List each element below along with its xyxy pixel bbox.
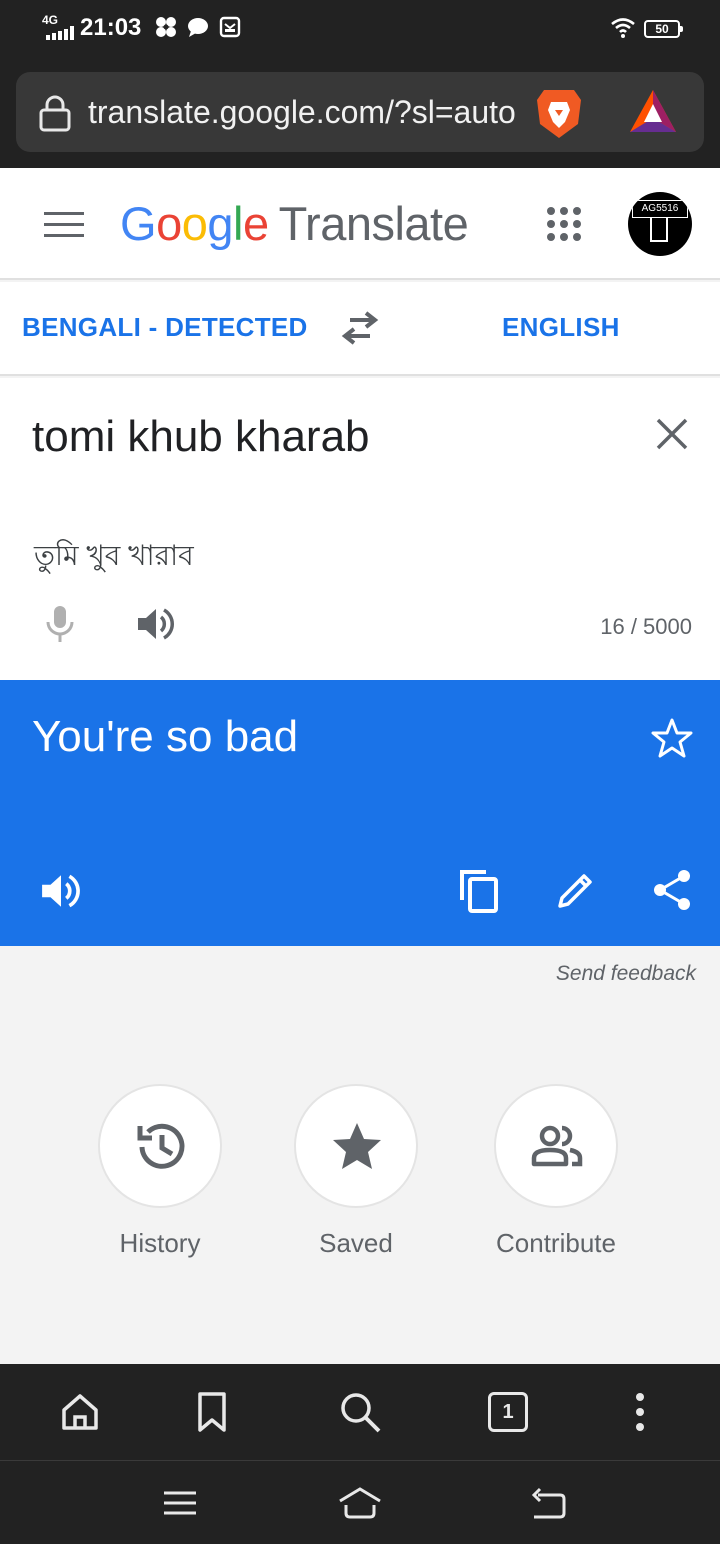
url-text[interactable]: translate.google.com/?sl=auto	[88, 92, 528, 132]
saved-label: Saved	[319, 1228, 393, 1258]
speaker-icon[interactable]	[136, 604, 176, 644]
avatar-post	[650, 218, 668, 242]
address-bar[interactable]: translate.google.com/?sl=auto	[16, 72, 704, 152]
network-type: 4G	[42, 13, 59, 27]
history-label: History	[119, 1228, 201, 1258]
transliteration-text: তুমি খুব খারাব	[34, 540, 194, 571]
translation-text: You're so bad	[32, 712, 299, 761]
inbox-icon	[219, 16, 241, 38]
close-icon[interactable]	[654, 416, 690, 452]
contribute-shortcut[interactable]: Contribute	[471, 1084, 641, 1260]
microphone-icon[interactable]	[44, 604, 76, 644]
swap-languages-icon[interactable]	[340, 310, 380, 346]
google-translate-logo[interactable]: Google Translate	[120, 196, 469, 252]
browser-toolbar: 1	[0, 1364, 720, 1460]
back-icon[interactable]	[528, 1483, 568, 1523]
wifi-icon	[611, 18, 635, 38]
contribute-label: Contribute	[496, 1228, 616, 1258]
logo-letter-e: e	[242, 197, 269, 250]
character-count: 16 / 5000	[600, 614, 692, 639]
contribute-button[interactable]	[494, 1084, 618, 1208]
star-icon	[333, 1123, 381, 1169]
logo-letter-g: G	[120, 197, 157, 250]
saved-button[interactable]	[294, 1084, 418, 1208]
search-icon[interactable]	[338, 1390, 382, 1434]
home-icon[interactable]	[58, 1390, 102, 1434]
source-text-input[interactable]: tomi khub kharab	[32, 410, 632, 464]
star-outline-icon[interactable]	[650, 716, 694, 760]
recents-icon[interactable]	[160, 1483, 200, 1523]
history-shortcut[interactable]: History	[75, 1084, 245, 1260]
status-bar: 4G 21:03 50	[0, 0, 720, 56]
language-bar: BENGALI - DETECTED ENGLISH	[0, 282, 720, 376]
history-button[interactable]	[98, 1084, 222, 1208]
logo-letter-o2: o	[181, 197, 208, 250]
bookmark-icon[interactable]	[190, 1390, 234, 1434]
history-icon	[137, 1123, 185, 1169]
system-navigation-bar	[0, 1460, 720, 1544]
speaker-icon[interactable]	[40, 870, 82, 912]
pencil-icon[interactable]	[554, 868, 598, 912]
browser-bar: translate.google.com/?sl=auto	[0, 56, 720, 168]
logo-letter-o1: o	[156, 197, 182, 250]
people-icon	[531, 1125, 583, 1167]
logo-letter-g2: g	[207, 197, 233, 250]
pinwheel-icon	[156, 17, 176, 37]
share-icon[interactable]	[650, 868, 694, 912]
logo-letter-l: l	[232, 197, 243, 250]
source-panel: tomi khub kharab তুমি খুব খারাব 16 / 500…	[0, 378, 720, 680]
avatar-sign-text: AG5516	[632, 200, 688, 218]
clock: 21:03	[80, 14, 142, 41]
source-language-button[interactable]: BENGALI - DETECTED	[22, 310, 308, 344]
copy-icon[interactable]	[456, 866, 504, 914]
lock-icon[interactable]	[38, 94, 72, 132]
signal-icon	[46, 26, 74, 40]
menu-icon[interactable]	[44, 212, 84, 238]
saved-shortcut[interactable]: Saved	[271, 1084, 441, 1260]
battery-indicator: 50	[644, 20, 683, 38]
send-feedback-link[interactable]: Send feedback	[520, 960, 696, 988]
chat-icon	[188, 18, 208, 37]
product-name: Translate	[278, 197, 469, 250]
app-header: Google Translate AG5516	[0, 168, 720, 280]
apps-grid-icon[interactable]	[546, 206, 582, 242]
home-nav-icon[interactable]	[336, 1483, 384, 1523]
tabs-count-button[interactable]: 1	[488, 1392, 528, 1432]
avatar[interactable]: AG5516	[628, 192, 692, 256]
translation-result-panel: You're so bad	[0, 680, 720, 946]
more-vert-icon[interactable]	[618, 1390, 662, 1434]
brave-lion-icon[interactable]	[534, 86, 584, 140]
bat-triangle-icon[interactable]	[628, 88, 678, 134]
target-language-button[interactable]: ENGLISH	[502, 310, 620, 344]
